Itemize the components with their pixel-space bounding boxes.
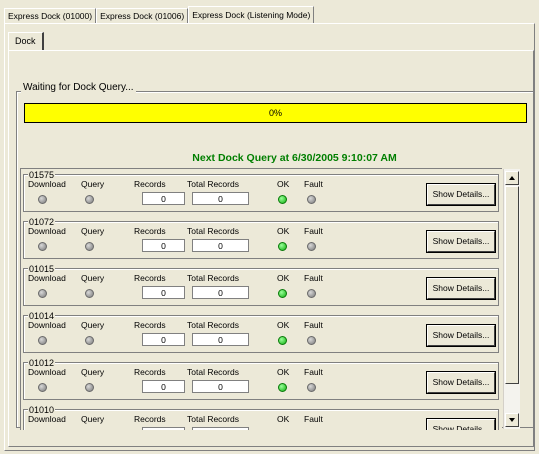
fault-label: Fault [304, 367, 323, 377]
records-field: 0 [142, 380, 185, 393]
records-label: Records [134, 320, 166, 330]
query-status-led-icon [85, 289, 94, 298]
dock-row: 01012 Download Query Records Total Records OK… [23, 358, 499, 400]
progress-text: 0% [268, 108, 282, 118]
download-status-led-icon [38, 242, 47, 251]
query-label: Query [81, 179, 105, 189]
download-label: Download [28, 273, 66, 283]
records-field: 0 [142, 239, 185, 252]
fault-status-led-icon [307, 195, 316, 204]
show-details-button[interactable]: Show Details... [426, 418, 496, 430]
dock-row: 01015 Download Query Records Total Records OK… [23, 264, 499, 306]
query-label: Query [81, 414, 105, 424]
show-details-button[interactable]: Show Details... [426, 277, 496, 300]
show-details-button[interactable]: Show Details... [426, 324, 496, 347]
query-label: Query [81, 226, 105, 236]
dock-row: 01014 Download Query Records Total Records OK… [23, 311, 499, 353]
download-status-led-icon [38, 383, 47, 392]
tab-express-dock-01006[interactable]: Express Dock (01006) [96, 8, 189, 24]
total-records-field: 0 [192, 286, 249, 299]
query-label: Query [81, 320, 105, 330]
records-field: 0 [142, 286, 185, 299]
total-records-label: Total Records [187, 226, 239, 236]
total-records-label: Total Records [187, 367, 239, 377]
vertical-scrollbar[interactable] [503, 169, 520, 429]
scrollbar-thumb[interactable] [505, 186, 519, 384]
fault-status-led-icon [307, 383, 316, 392]
fault-status-led-icon [307, 242, 316, 251]
tab-express-dock-listening-mode[interactable]: Express Dock (Listening Mode) [188, 6, 315, 24]
dock-row: 01010 Download Query Records Total Records OK… [23, 405, 499, 430]
query-label: Query [81, 273, 105, 283]
download-status-led-icon [38, 195, 47, 204]
dock-list: 01575 Download Query Records Total Records OK… [20, 168, 502, 430]
download-label: Download [28, 179, 66, 189]
dock-row: 01575 Download Query Records Total Records OK… [23, 170, 499, 212]
total-records-label: Total Records [187, 414, 239, 424]
tab-dock[interactable]: Dock [8, 32, 44, 50]
ok-status-led-icon [278, 336, 287, 345]
download-label: Download [28, 226, 66, 236]
total-records-label: Total Records [187, 320, 239, 330]
fault-status-led-icon [307, 289, 316, 298]
total-records-field: 0 [192, 380, 249, 393]
ok-label: OK [277, 226, 290, 236]
records-field: 0 [142, 427, 185, 430]
total-records-field: 0 [192, 239, 249, 252]
records-field: 0 [142, 192, 185, 205]
fault-label: Fault [304, 320, 323, 330]
download-status-led-icon [38, 289, 47, 298]
total-records-field: 0 [192, 192, 249, 205]
fault-label: Fault [304, 226, 323, 236]
records-label: Records [134, 179, 166, 189]
dock-row: 01072 Download Query Records Total Records OK… [23, 217, 499, 259]
total-records-field: 0 [192, 333, 249, 346]
query-status-led-icon [85, 242, 94, 251]
fault-label: Fault [304, 273, 323, 283]
records-label: Records [134, 226, 166, 236]
ok-status-led-icon [278, 242, 287, 251]
fault-status-led-icon [307, 336, 316, 345]
query-progress-bar: 0% [24, 103, 527, 123]
scroll-up-button[interactable] [505, 171, 519, 185]
show-details-button[interactable]: Show Details... [426, 230, 496, 253]
fault-label: Fault [304, 179, 323, 189]
query-status-led-icon [85, 336, 94, 345]
records-label: Records [134, 273, 166, 283]
tab-express-dock-01000[interactable]: Express Dock (01000) [4, 8, 97, 24]
scroll-down-arrow-icon [509, 418, 515, 422]
scroll-up-arrow-icon [509, 176, 515, 180]
ok-status-led-icon [278, 383, 287, 392]
ok-label: OK [277, 320, 290, 330]
records-field: 0 [142, 333, 185, 346]
ok-label: OK [277, 179, 290, 189]
query-status-led-icon [85, 195, 94, 204]
download-label: Download [28, 320, 66, 330]
scroll-down-button[interactable] [505, 413, 519, 427]
download-label: Download [28, 367, 66, 377]
records-label: Records [134, 367, 166, 377]
show-details-button[interactable]: Show Details... [426, 183, 496, 206]
query-status-led-icon [85, 383, 94, 392]
download-status-led-icon [38, 336, 47, 345]
fault-label: Fault [304, 414, 323, 424]
total-records-label: Total Records [187, 273, 239, 283]
total-records-label: Total Records [187, 179, 239, 189]
group-title: Waiting for Dock Query... [21, 82, 136, 93]
ok-status-led-icon [278, 289, 287, 298]
ok-label: OK [277, 414, 290, 424]
total-records-field: 0 [192, 427, 249, 430]
download-label: Download [28, 414, 66, 424]
ok-label: OK [277, 273, 290, 283]
top-tab-strip: Express Dock (01000) Express Dock (01006… [4, 6, 315, 24]
ok-label: OK [277, 367, 290, 377]
records-label: Records [134, 414, 166, 424]
query-label: Query [81, 367, 105, 377]
show-details-button[interactable]: Show Details... [426, 371, 496, 394]
ok-status-led-icon [278, 195, 287, 204]
next-query-label: Next Dock Query at 6/30/2005 9:10:07 AM [192, 152, 397, 164]
